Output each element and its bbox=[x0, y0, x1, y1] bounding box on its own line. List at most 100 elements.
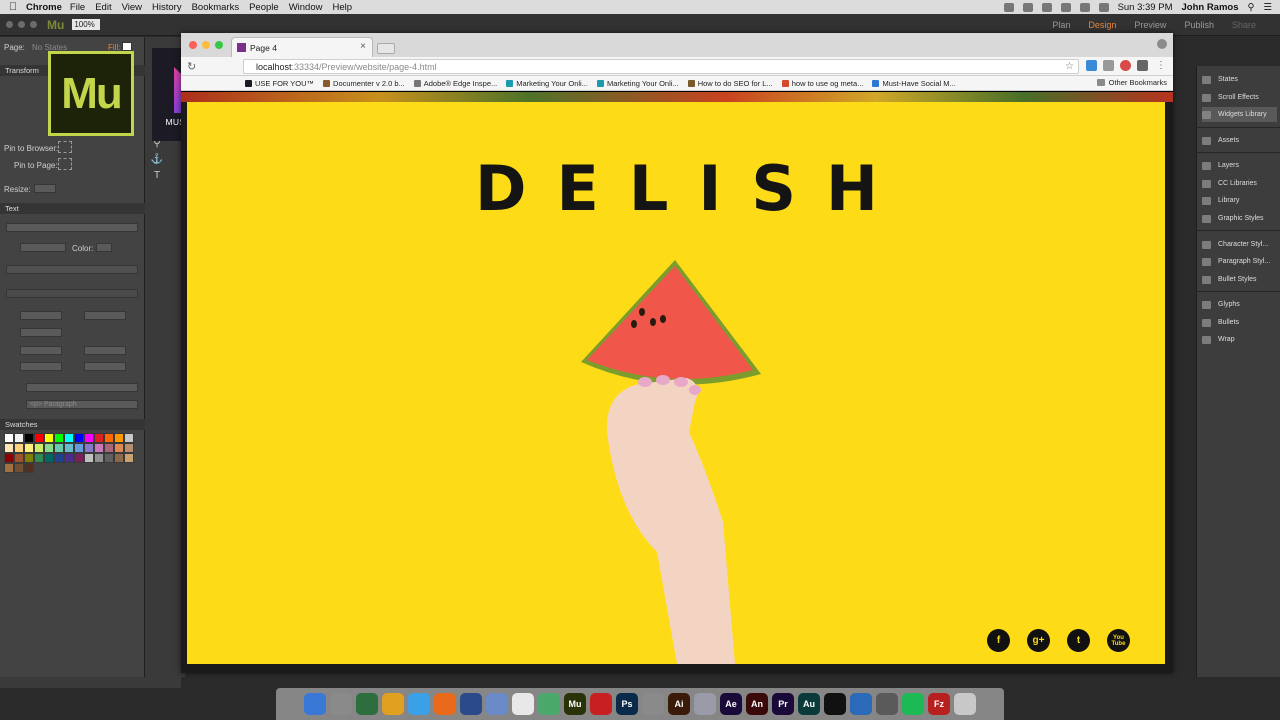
panel-widgets-library[interactable]: Widgets Library bbox=[1202, 107, 1277, 122]
bookmark-item[interactable]: Marketing Your Onli... bbox=[596, 79, 679, 88]
bookmark-item[interactable]: How to do SEO for L... bbox=[687, 79, 773, 88]
dock-app-icon[interactable] bbox=[330, 693, 352, 715]
swatch[interactable] bbox=[54, 433, 64, 443]
bookmark-item[interactable]: Marketing Your Onli... bbox=[506, 79, 588, 88]
font-extension-icon[interactable] bbox=[1103, 60, 1114, 71]
swatch[interactable] bbox=[94, 443, 104, 453]
volume-icon[interactable] bbox=[1079, 2, 1090, 12]
swatch[interactable] bbox=[114, 443, 124, 453]
alignment-buttons[interactable] bbox=[6, 265, 138, 274]
swatch[interactable] bbox=[64, 443, 74, 453]
dock-app-icon[interactable] bbox=[590, 693, 612, 715]
dock-app-icon[interactable] bbox=[460, 693, 482, 715]
swatch[interactable] bbox=[84, 443, 94, 453]
swatch[interactable] bbox=[124, 443, 134, 453]
indent-right-field[interactable] bbox=[84, 346, 126, 355]
menu-file[interactable]: File bbox=[70, 2, 93, 13]
swatch[interactable] bbox=[34, 453, 44, 463]
dock-app-icon[interactable] bbox=[434, 693, 456, 715]
dock-app-icon[interactable] bbox=[876, 693, 898, 715]
other-bookmarks[interactable]: Other Bookmarks bbox=[1096, 78, 1167, 87]
dock-app-icon[interactable] bbox=[642, 693, 664, 715]
tab-close-icon[interactable]: × bbox=[360, 41, 366, 52]
apple-menu-icon[interactable]:  bbox=[0, 1, 26, 13]
swatch[interactable] bbox=[4, 443, 14, 453]
dock-app-icon[interactable] bbox=[356, 693, 378, 715]
panel-scroll-effects[interactable]: Scroll Effects bbox=[1202, 90, 1277, 105]
anchor-tool-icon[interactable]: ⚓ bbox=[150, 152, 164, 168]
swatch[interactable] bbox=[44, 433, 54, 443]
panel-paragraph-styles[interactable]: Paragraph Styl... bbox=[1202, 254, 1277, 269]
close-icon[interactable] bbox=[189, 41, 197, 49]
extension-icon[interactable] bbox=[1086, 60, 1097, 71]
youtube-icon[interactable]: You Tube bbox=[1107, 629, 1130, 652]
space-after-field[interactable] bbox=[20, 328, 62, 337]
dock-app-icon[interactable] bbox=[408, 693, 430, 715]
zoom-level-field[interactable]: 100% bbox=[72, 19, 101, 30]
color-picker-extension-icon[interactable] bbox=[1120, 60, 1131, 71]
swatch[interactable] bbox=[94, 433, 104, 443]
dock-app-icon[interactable] bbox=[538, 693, 560, 715]
bookmark-item[interactable]: USE FOR YOU™ bbox=[245, 79, 314, 88]
panel-bullets[interactable]: Bullets bbox=[1202, 315, 1277, 330]
dock-app-icon[interactable] bbox=[694, 693, 716, 715]
tracking-field[interactable] bbox=[20, 311, 62, 320]
google-plus-icon[interactable]: g+ bbox=[1027, 629, 1050, 652]
dock-app-icon[interactable]: Ai bbox=[668, 693, 690, 715]
swatch[interactable] bbox=[24, 463, 34, 473]
notification-center-icon[interactable]: ☰ bbox=[1263, 2, 1272, 13]
swatch[interactable] bbox=[74, 433, 84, 443]
panel-states[interactable]: States bbox=[1202, 72, 1277, 87]
spotlight-icon[interactable]: ⚲ bbox=[1248, 2, 1255, 13]
minimize-icon[interactable] bbox=[202, 41, 210, 49]
bookmark-item[interactable]: Must-Have Social M... bbox=[872, 79, 956, 88]
battery-icon[interactable] bbox=[1098, 2, 1109, 12]
dock-app-icon[interactable]: Au bbox=[798, 693, 820, 715]
swatch[interactable] bbox=[54, 443, 64, 453]
dock-app-icon[interactable]: Mu bbox=[564, 693, 586, 715]
swatch[interactable] bbox=[54, 453, 64, 463]
minimize-window-icon[interactable] bbox=[18, 21, 25, 28]
panel-wrap[interactable]: Wrap bbox=[1202, 332, 1277, 347]
swatch[interactable] bbox=[4, 433, 14, 443]
dock-app-icon[interactable]: An bbox=[746, 693, 768, 715]
panel-character-styles[interactable]: Character Styl... bbox=[1202, 237, 1277, 252]
maximize-icon[interactable] bbox=[215, 41, 223, 49]
menu-window[interactable]: Window bbox=[289, 2, 331, 13]
dock-app-icon[interactable]: Ae bbox=[720, 693, 742, 715]
swatches-header[interactable]: Swatches bbox=[0, 419, 145, 430]
tab-preview[interactable]: Preview bbox=[1134, 20, 1166, 30]
leading-field[interactable] bbox=[84, 311, 126, 320]
swatch[interactable] bbox=[64, 433, 74, 443]
close-window-icon[interactable] bbox=[6, 21, 13, 28]
text-tool-icon[interactable]: T bbox=[150, 168, 164, 184]
new-tab-button[interactable] bbox=[377, 43, 395, 54]
swatch[interactable] bbox=[84, 453, 94, 463]
tab-publish[interactable]: Publish bbox=[1184, 20, 1214, 30]
menu-people[interactable]: People bbox=[249, 2, 287, 13]
tab-share[interactable]: Share bbox=[1232, 20, 1256, 30]
panel-assets[interactable]: Assets bbox=[1202, 133, 1277, 148]
swatch[interactable] bbox=[104, 433, 114, 443]
bookmark-item[interactable]: how to use og meta... bbox=[781, 79, 863, 88]
text-style-buttons[interactable] bbox=[6, 289, 138, 298]
facebook-icon[interactable]: f bbox=[987, 629, 1010, 652]
swatch[interactable] bbox=[24, 443, 34, 453]
paragraph-tag-dropdown[interactable]: <p> Paragraph bbox=[26, 400, 138, 409]
tab-plan[interactable]: Plan bbox=[1052, 20, 1070, 30]
panel-cc-libraries[interactable]: CC Libraries bbox=[1202, 176, 1277, 191]
panel-bullet-styles[interactable]: Bullet Styles bbox=[1202, 272, 1277, 287]
profile-icon[interactable] bbox=[1157, 39, 1167, 49]
twitter-icon[interactable]: t bbox=[1067, 629, 1090, 652]
swatch[interactable] bbox=[14, 463, 24, 473]
dock-app-icon[interactable] bbox=[486, 693, 508, 715]
dock-app-icon[interactable]: Fz bbox=[928, 693, 950, 715]
indent-left-field[interactable] bbox=[20, 346, 62, 355]
swatch[interactable] bbox=[14, 453, 24, 463]
time-machine-icon[interactable] bbox=[1041, 2, 1052, 12]
zoom-window-icon[interactable] bbox=[30, 21, 37, 28]
app-menu[interactable]: Chrome bbox=[26, 2, 62, 13]
font-size-field[interactable] bbox=[20, 243, 66, 252]
font-family-dropdown[interactable] bbox=[6, 223, 138, 232]
swatch[interactable] bbox=[84, 433, 94, 443]
